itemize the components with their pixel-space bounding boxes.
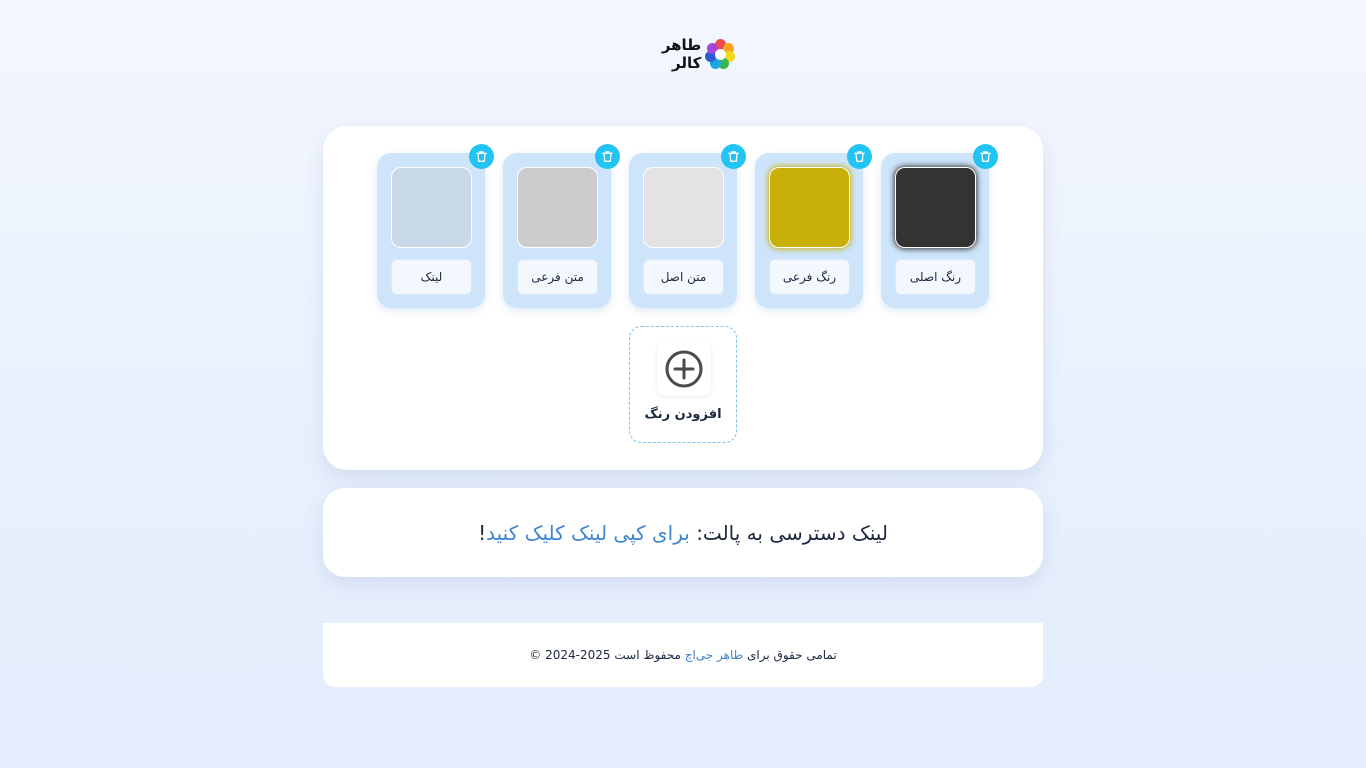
author-link[interactable]: طاهر جی‌اچ [685, 648, 743, 662]
share-link-exclamation: ! [478, 520, 487, 545]
trash-icon [602, 151, 613, 162]
delete-color-button[interactable] [469, 144, 494, 169]
color-swatch[interactable]: متن اصل [629, 144, 746, 308]
color-swatch[interactable]: رنگ فرعی [755, 144, 872, 308]
swatch-color-preview[interactable] [643, 167, 724, 248]
swatch-color-preview[interactable] [391, 167, 472, 248]
color-swatch[interactable]: رنگ اصلی [881, 144, 998, 308]
swatch-label[interactable]: متن اصل [643, 259, 724, 295]
share-link-title: لینک دسترسی به پالت: [696, 520, 888, 545]
copyright-suffix: محفوظ است 2025-2024 © [529, 648, 681, 662]
swatch-label[interactable]: متن فرعی [517, 259, 598, 295]
trash-icon [854, 151, 865, 162]
copy-link-button[interactable]: برای کپی لینک کلیک کنید [486, 521, 690, 545]
add-color-button[interactable]: افزودن رنگ [629, 326, 737, 443]
palette-card: رنگ اصلی رنگ فرعی متن اصل متن فرعی لینک افزو… [323, 126, 1043, 470]
add-color-label: افزودن رنگ [644, 407, 722, 422]
brand-logo[interactable]: طاهر کالر [633, 36, 736, 72]
swatch-color-preview[interactable] [517, 167, 598, 248]
footer: تمامی حقوق برای طاهر جی‌اچ محفوظ است 202… [323, 623, 1043, 687]
plus-circle-icon [665, 350, 703, 388]
swatch-color-preview[interactable] [895, 167, 976, 248]
trash-icon [980, 151, 991, 162]
trash-icon [728, 151, 739, 162]
flower-logo-icon [705, 39, 736, 69]
swatch-label[interactable]: لینک [391, 259, 472, 295]
color-swatch[interactable]: متن فرعی [503, 144, 620, 308]
delete-color-button[interactable] [595, 144, 620, 169]
swatch-color-preview[interactable] [769, 167, 850, 248]
brand-name: طاهر کالر [661, 36, 702, 72]
delete-color-button[interactable] [721, 144, 746, 169]
copyright-prefix: تمامی حقوق برای [747, 648, 837, 662]
color-swatch[interactable]: لینک [377, 144, 494, 308]
delete-color-button[interactable] [847, 144, 872, 169]
add-color-icon-wrap [657, 342, 711, 396]
delete-color-button[interactable] [973, 144, 998, 169]
share-link-card: لینک دسترسی به پالت: برای کپی لینک کلیک … [323, 488, 1043, 577]
share-link-text: لینک دسترسی به پالت: برای کپی لینک کلیک … [478, 521, 888, 545]
trash-icon [476, 151, 487, 162]
copyright-text: تمامی حقوق برای طاهر جی‌اچ محفوظ است 202… [529, 648, 836, 662]
swatch-label[interactable]: رنگ اصلی [895, 259, 976, 295]
swatch-label[interactable]: رنگ فرعی [769, 259, 850, 295]
